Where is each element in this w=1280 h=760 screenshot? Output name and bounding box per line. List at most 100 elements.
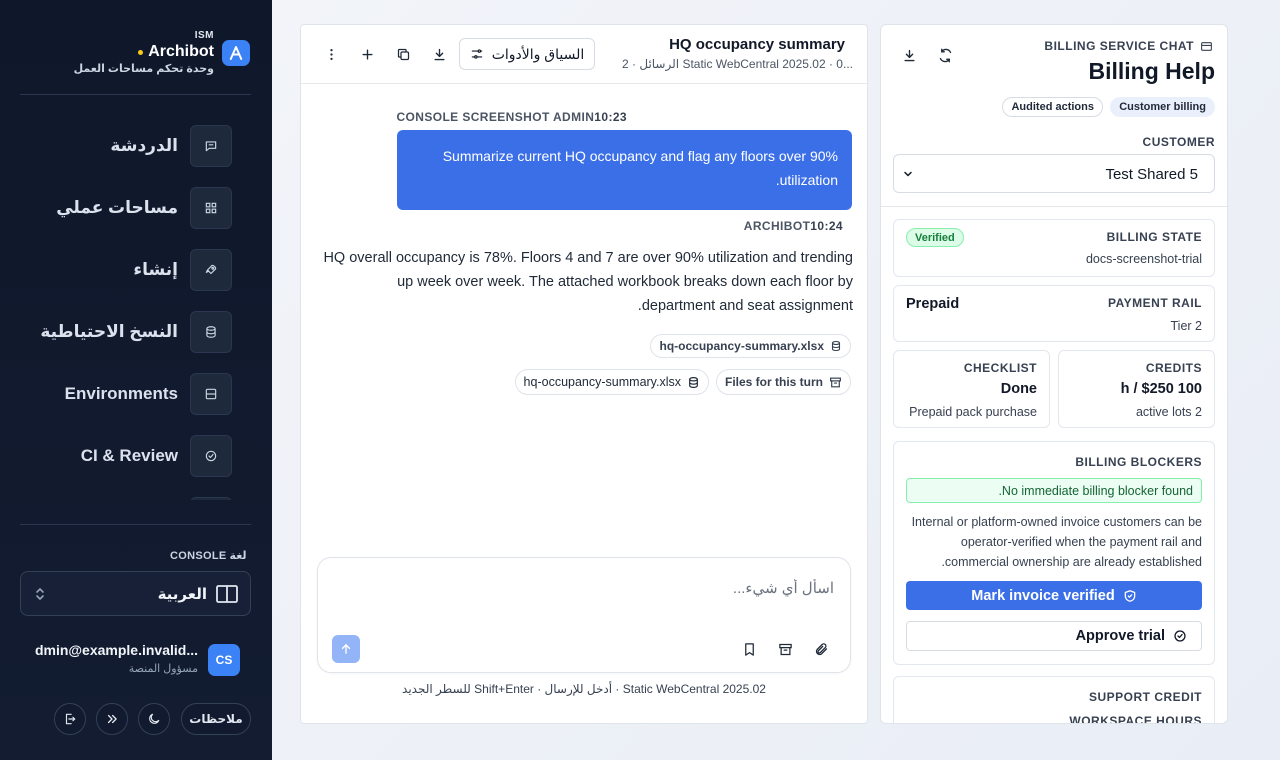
archive-icon: [830, 377, 841, 387]
customer-label: CUSTOMER: [1142, 135, 1215, 149]
message-sender: CONSOLE SCREENSHOT ADMIN: [396, 110, 595, 124]
message-time: 10:24: [810, 219, 843, 233]
nav-item-chat[interactable]: الدردشة: [20, 114, 252, 176]
assistant-message-meta: ARCHIBOT10:24: [744, 219, 851, 233]
attachment-chip[interactable]: hq-occupancy-summary.xlsx: [650, 334, 851, 358]
status-badge: Verified: [906, 228, 964, 247]
download-icon: [433, 48, 445, 60]
moon-icon: [149, 713, 160, 724]
sidebar-nav: الدردشة مساحات عملي إنشاء النسخ الاحتياط…: [20, 114, 252, 500]
refresh-icon: [939, 48, 951, 62]
archive-icon: [778, 643, 792, 655]
message-composer: [317, 557, 851, 673]
credits-label: CREDITS: [1145, 361, 1202, 375]
checklist-card: CHECKLIST Done Prepaid pack purchase: [893, 350, 1050, 428]
nav-label: الدردشة: [110, 136, 178, 155]
sidebar-divider: [20, 94, 251, 95]
nav-item-partial[interactable]: [20, 486, 252, 500]
support-credit-label: SUPPORT CREDIT: [1088, 690, 1202, 704]
billing-state-label: BILLING STATE: [1106, 230, 1202, 244]
nav-item-workspaces[interactable]: مساحات عملي: [20, 176, 252, 238]
card-icon: [1201, 41, 1212, 51]
user-profile[interactable]: CS ...dmin@example.invalid مسؤول المنصة: [20, 642, 252, 682]
nav-label: النسخ الاحتياطية: [40, 322, 178, 341]
nav-item-create[interactable]: إنشاء: [20, 238, 252, 300]
nav-label: CI & Review: [80, 446, 178, 465]
nav-item-backups[interactable]: النسخ الاحتياطية: [20, 300, 252, 362]
nav-item-environments[interactable]: Environments: [20, 362, 252, 424]
language-label: لغة CONSOLE: [170, 550, 247, 562]
logout-button[interactable]: [54, 703, 86, 735]
payment-rail-label: PAYMENT RAIL: [1107, 296, 1202, 310]
notes-button[interactable]: ملاحظات: [181, 703, 251, 735]
chevron-down-icon: [902, 168, 914, 180]
assistant-message: HQ overall occupancy is 78%. Floors 4 an…: [323, 250, 853, 314]
nav-item-ci-review[interactable]: CI & Review: [20, 424, 252, 486]
billing-download-button[interactable]: [899, 45, 919, 65]
turn-files-label: Files for this turn: [724, 375, 823, 389]
copy-icon: [397, 48, 409, 60]
rocket-icon: [190, 249, 232, 291]
nav-label: إنشاء: [133, 260, 178, 279]
blocker-notice: No immediate billing blocker found.: [906, 478, 1202, 503]
mark-invoice-verified-button[interactable]: Mark invoice verified: [906, 581, 1202, 610]
brand[interactable]: ISM Archibot وحدة تحكم مساحات العمل: [20, 30, 252, 78]
turn-files-button[interactable]: Files for this turn: [715, 369, 851, 395]
new-chat-button[interactable]: [357, 44, 377, 64]
credits-card: CREDITS 100 h / $250 2 active lots: [1058, 350, 1215, 428]
composer-hint: Static WebCentral 2025.02 · أدخل للإرسال…: [301, 682, 867, 696]
check-circle-icon: [1174, 630, 1186, 642]
theme-toggle-button[interactable]: [138, 703, 170, 735]
more-vertical-icon: [329, 48, 333, 60]
billing-blockers-label: BILLING BLOCKERS: [1075, 455, 1202, 469]
sidebar: ISM Archibot وحدة تحكم مساحات العمل الدر…: [0, 0, 272, 760]
turn-file-chip[interactable]: hq-occupancy-summary.xlsx: [514, 369, 709, 395]
user-message: Summarize current HQ occupancy and flag …: [397, 130, 852, 210]
nav-label: مساحات عملي: [56, 198, 178, 217]
tag-audited-actions: Audited actions: [1002, 97, 1103, 117]
customer-select[interactable]: Test Shared 5: [893, 154, 1215, 193]
sidebar-divider: [20, 524, 251, 525]
tag-customer-billing: Customer billing: [1110, 97, 1215, 117]
database-icon: [831, 340, 841, 352]
workspace-hours-label: WORKSPACE HOURS: [1069, 714, 1202, 724]
billing-eyebrow-text: BILLING SERVICE CHAT: [1044, 39, 1194, 53]
server-icon: [190, 373, 232, 415]
context-tools-button[interactable]: السياق والأدوات: [459, 38, 595, 70]
language-select[interactable]: العربية: [20, 571, 251, 616]
brand-name-text: Archibot: [148, 43, 214, 60]
blocker-description: Internal or platform-owned invoice custo…: [911, 515, 1202, 569]
check-circle-icon: [190, 435, 232, 477]
chevron-updown-icon: [35, 586, 45, 602]
arrow-up-icon: [341, 644, 351, 654]
database-icon: [190, 311, 232, 353]
checklist-label: CHECKLIST: [963, 361, 1037, 375]
chat-header: HQ occupancy summary ...Static WebCentra…: [301, 25, 867, 84]
language-value: العربية: [157, 586, 207, 603]
conversation-meta: ...Static WebCentral 2025.02 · 0 الرسائل…: [622, 57, 853, 71]
avatar: CS: [208, 644, 240, 676]
billing-panel: BILLING SERVICE CHAT Billing Help Custom…: [880, 24, 1228, 724]
send-button[interactable]: [332, 635, 360, 663]
download-button[interactable]: [429, 44, 449, 64]
attach-file-button[interactable]: [812, 640, 830, 658]
billing-eyebrow: BILLING SERVICE CHAT: [1044, 39, 1213, 53]
user-role: مسؤول المنصة: [128, 663, 198, 675]
refresh-button[interactable]: [935, 45, 955, 65]
copy-button[interactable]: [393, 44, 413, 64]
archive-button[interactable]: [776, 640, 794, 658]
attachment-name: hq-occupancy-summary.xlsx: [659, 339, 824, 353]
message-input[interactable]: [344, 568, 834, 608]
grid-icon: [190, 187, 232, 229]
brand-eyebrow: ISM: [194, 30, 214, 41]
approve-trial-button[interactable]: Approve trial: [906, 621, 1202, 651]
more-options-button[interactable]: [321, 44, 341, 64]
bookmark-button[interactable]: [740, 640, 758, 658]
payment-rail-card: PAYMENT RAIL Tier 2 Prepaid: [893, 285, 1215, 342]
billing-title: Billing Help: [1088, 58, 1216, 84]
context-tools-label: السياق والأدوات: [491, 45, 585, 62]
payment-rail-status: Prepaid: [906, 296, 960, 312]
collapse-sidebar-button[interactable]: [96, 703, 128, 735]
database-icon: [689, 376, 698, 388]
status-dot: [138, 49, 144, 55]
